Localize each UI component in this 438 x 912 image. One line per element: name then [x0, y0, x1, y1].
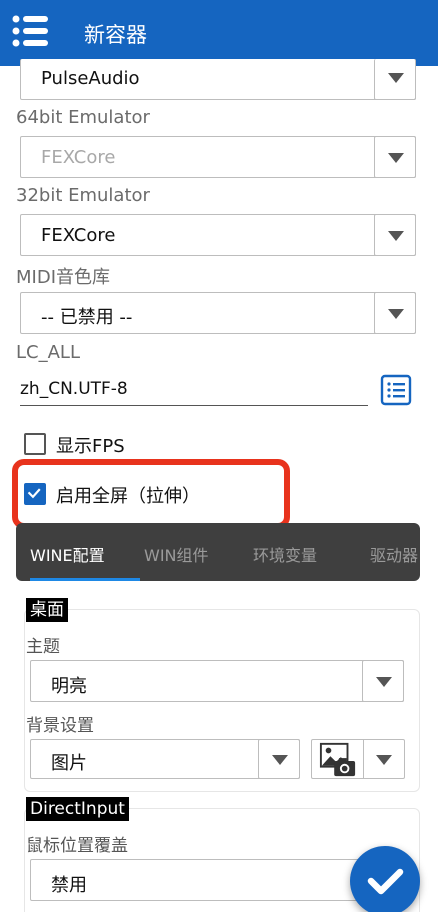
divider: [363, 740, 364, 778]
midi-select[interactable]: -- 已禁用 --: [20, 292, 416, 334]
lc-all-input[interactable]: zh_CN.UTF-8: [20, 376, 368, 406]
directinput-section-title: DirectInput: [26, 797, 129, 821]
theme-select[interactable]: 明亮: [30, 660, 404, 702]
chevron-down-icon[interactable]: [376, 755, 392, 765]
emu64-select[interactable]: FEXCore: [20, 136, 416, 178]
show-fps-label: 显示FPS: [56, 436, 125, 457]
show-fps-checkbox[interactable]: [24, 433, 46, 455]
audio-driver-value: PulseAudio: [41, 68, 140, 89]
emu32-select[interactable]: FEXCore: [20, 214, 416, 256]
lc-all-value: zh_CN.UTF-8: [20, 379, 128, 399]
tab-env-vars[interactable]: 环境变量: [253, 542, 317, 566]
dropdown-arrow[interactable]: [258, 739, 300, 779]
dropdown-arrow[interactable]: [374, 214, 416, 256]
mouse-position-value: 禁用: [51, 875, 87, 896]
tab-indicator: [30, 578, 140, 581]
mouse-position-label: 鼠标位置覆盖: [26, 836, 128, 856]
dropdown-arrow[interactable]: [374, 59, 416, 100]
background-select[interactable]: 图片: [30, 739, 300, 779]
app-title: 新容器: [84, 23, 147, 47]
emu32-label: 32bit Emulator: [16, 185, 150, 206]
background-value: 图片: [51, 753, 87, 774]
tab-win-components[interactable]: WIN组件: [144, 542, 209, 566]
mouse-position-select[interactable]: 禁用: [30, 859, 404, 901]
desktop-section-title: 桌面: [26, 598, 68, 622]
theme-label: 主题: [26, 637, 60, 657]
tab-wine-config[interactable]: WINE配置: [30, 542, 105, 566]
background-label: 背景设置: [26, 716, 94, 736]
chevron-down-icon: [388, 231, 404, 241]
hamburger-menu-icon[interactable]: [12, 14, 50, 48]
chevron-down-icon: [388, 153, 404, 163]
image-picker-button[interactable]: [311, 739, 405, 779]
settings-tab-bar: WINE配置 WIN组件 环境变量 驱动器: [16, 523, 420, 581]
midi-value: -- 已禁用 --: [41, 307, 133, 328]
lc-all-label: LC_ALL: [16, 342, 80, 363]
chevron-down-icon: [376, 677, 392, 687]
theme-value: 明亮: [51, 676, 87, 697]
midi-label: MIDI音色库: [16, 267, 111, 288]
audio-driver-select[interactable]: PulseAudio: [20, 59, 416, 100]
confirm-fab[interactable]: [350, 846, 420, 912]
emu32-value: FEXCore: [41, 225, 116, 246]
tab-drives[interactable]: 驱动器: [370, 542, 418, 566]
app-bar: 新容器: [0, 0, 438, 66]
chevron-down-icon: [388, 73, 404, 83]
dropdown-arrow[interactable]: [374, 292, 416, 334]
checkmark-icon: [367, 868, 404, 895]
chevron-down-icon: [388, 309, 404, 319]
chevron-down-icon: [272, 755, 288, 765]
dropdown-arrow[interactable]: [362, 660, 404, 702]
image-picker-icon: [319, 742, 356, 777]
emu64-value: FEXCore: [41, 147, 116, 168]
dropdown-arrow[interactable]: [374, 136, 416, 178]
list-icon[interactable]: [380, 374, 412, 406]
highlight-annotation: [12, 459, 290, 529]
emu64-label: 64bit Emulator: [16, 107, 150, 128]
